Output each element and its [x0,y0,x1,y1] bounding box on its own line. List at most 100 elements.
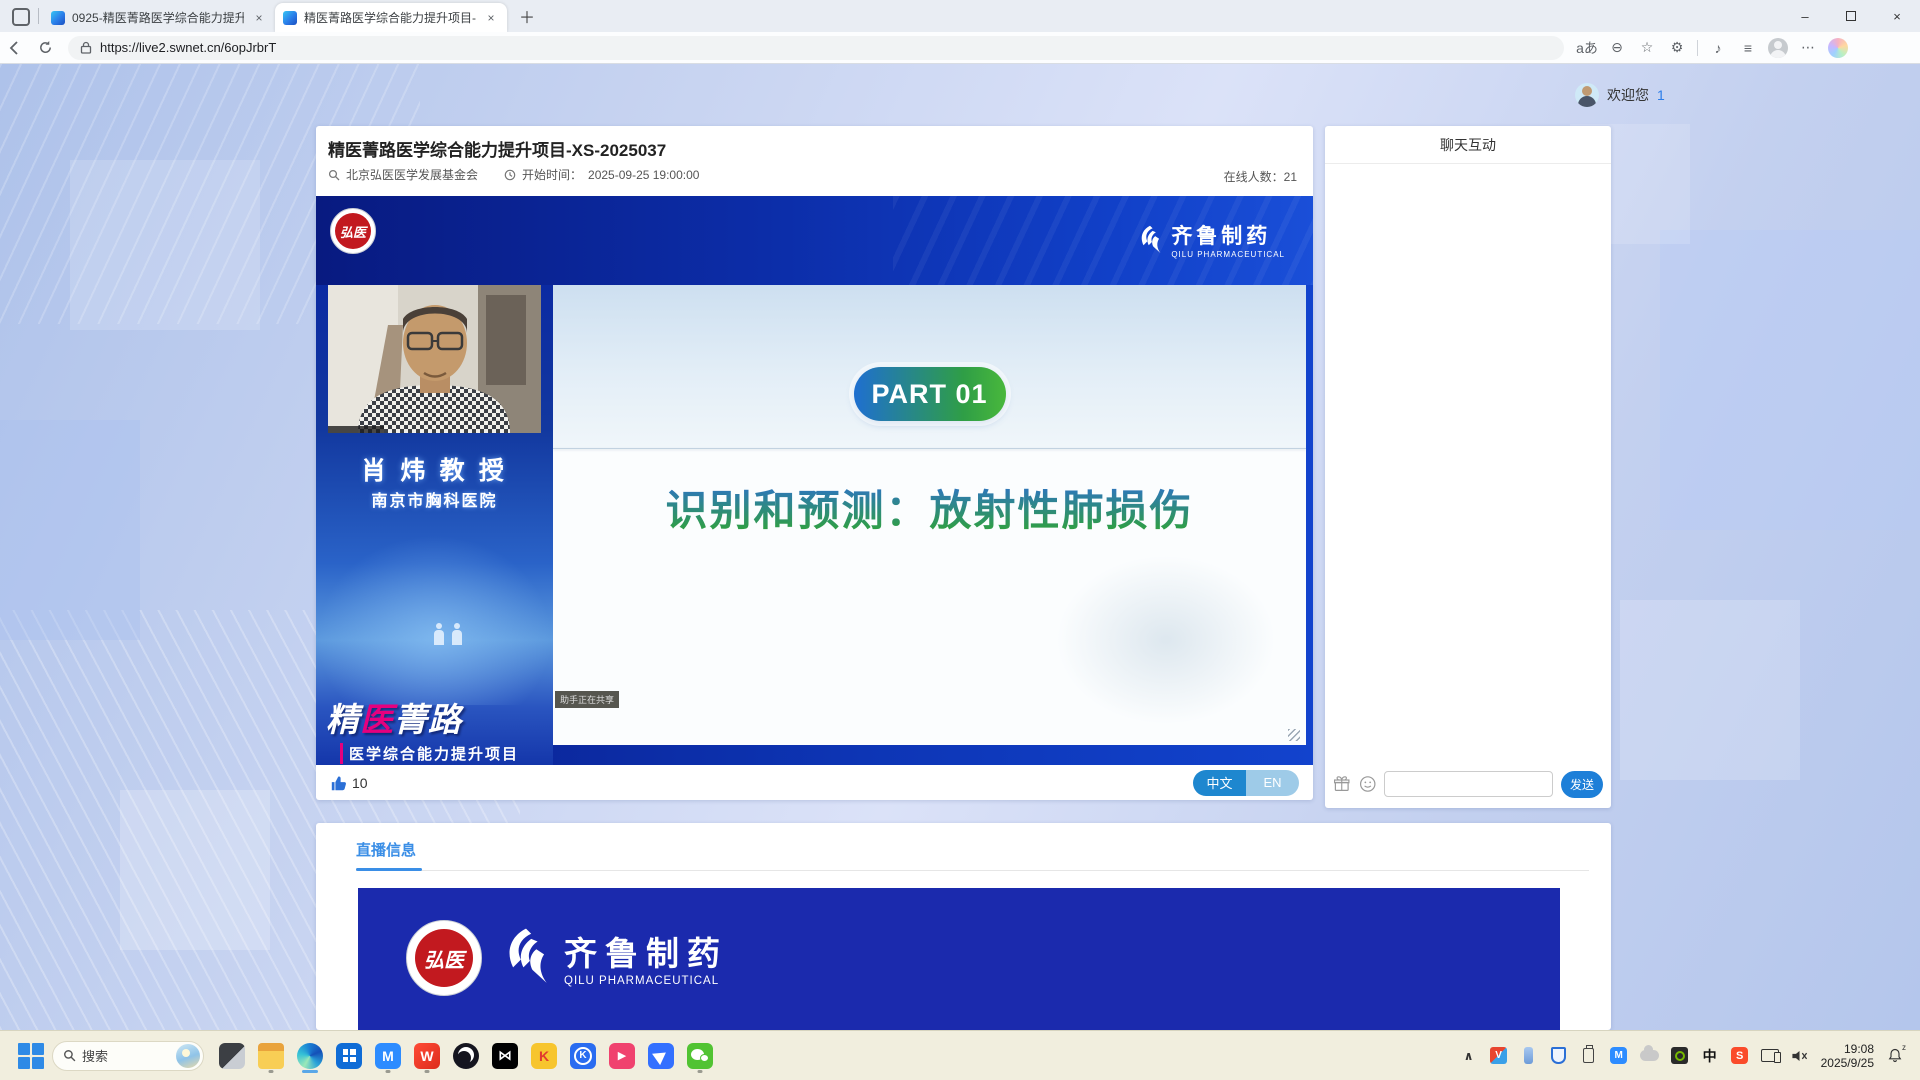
tab-1-close-icon[interactable]: × [251,10,267,26]
avatar [1768,38,1788,58]
webcam-name-label [328,426,384,433]
tray-usb-stick-icon[interactable] [1520,1047,1538,1064]
chat-message-list[interactable] [1325,165,1611,762]
resize-handle-icon[interactable] [1288,729,1300,741]
online-label: 在线人数： [1224,170,1284,184]
send-button[interactable]: 发送 [1561,771,1603,798]
tray-security-shield-icon[interactable] [1550,1047,1568,1064]
media-hub-icon[interactable]: ♪ [1705,35,1731,61]
part-badge: PART 01 [854,367,1006,421]
obs-studio-icon[interactable] [453,1043,479,1069]
tray-chevron-icon[interactable]: ∧ [1460,1049,1478,1063]
copilot-icon[interactable] [1825,35,1851,61]
tab-1[interactable]: 0925-精医菁路医学综合能力提升项 × [43,3,275,32]
translate-icon[interactable]: aあ [1574,35,1600,61]
lang-en-button[interactable]: EN [1246,770,1299,796]
stream-card: 精医菁路医学综合能力提升项目-XS-2025037 北京弘医医学发展基金会 开始… [316,126,1313,800]
tray-v-app-icon[interactable]: V [1490,1047,1508,1064]
app-slot[interactable]: ⋈ [491,1039,519,1073]
minimize-button[interactable]: – [1782,0,1828,32]
window-controls: – × [1782,0,1920,32]
lark-app-icon[interactable] [648,1043,674,1069]
search-daily-image[interactable] [176,1044,200,1068]
app-slot[interactable] [257,1039,285,1073]
new-tab-button[interactable]: ＋ [513,2,541,30]
figure-icon [434,623,444,645]
app-slot[interactable]: K [569,1039,597,1073]
tray-meeting-icon[interactable]: M [1610,1047,1628,1064]
tray-cloud-icon[interactable] [1640,1050,1659,1061]
kingsoft-app-icon[interactable]: K [531,1043,557,1069]
chat-input[interactable] [1384,771,1553,797]
like-button[interactable]: 10 [330,774,368,792]
capcut-icon[interactable]: ⋈ [492,1043,518,1069]
taskbar-apps: M W ⋈ K K ▶ [218,1039,714,1073]
organizer-text: 北京弘医医学发展基金会 [346,166,478,183]
welcome-text: 欢迎您 [1607,85,1649,105]
tab-actions-icon[interactable] [12,8,30,26]
tab-1-label: 0925-精医菁路医学综合能力提升项 [72,9,244,26]
shield-glyph [1551,1047,1566,1064]
close-button[interactable]: × [1874,0,1920,32]
tab-live-info[interactable]: 直播信息 [356,839,416,860]
start-button[interactable] [18,1043,44,1069]
app-slot[interactable] [647,1039,675,1073]
welcome-count[interactable]: 1 [1657,87,1665,103]
user-avatar[interactable] [1575,83,1599,107]
taskbar-clock[interactable]: 19:08 2025/9/25 [1821,1042,1874,1070]
app-slot[interactable]: W [413,1039,441,1073]
site-favicon [283,11,297,25]
volume-muted-icon[interactable] [1791,1049,1809,1063]
k-circle-app-icon[interactable]: K [570,1043,596,1069]
taskbar-search[interactable]: 搜索 [52,1041,204,1071]
brand-subtitle: 医学综合能力提升项目 [340,743,519,764]
wechat-icon[interactable] [687,1043,713,1069]
app-slot[interactable] [686,1039,714,1073]
app-slot[interactable] [452,1039,480,1073]
maximize-icon [1846,11,1856,21]
tencent-meeting-icon[interactable]: M [375,1043,401,1069]
video-player[interactable]: 弘医 齐鲁制药 QILU PHARMACEUTICAL [316,196,1313,765]
browser-essentials-icon[interactable]: ⚙ [1664,35,1690,61]
tab-separator [38,8,39,24]
app-slot[interactable] [218,1039,246,1073]
address-bar[interactable]: https://live2.swnet.cn/6opJrbrT [68,36,1564,60]
app-slot[interactable]: ▶ [608,1039,636,1073]
bijian-app-icon[interactable]: ▶ [609,1043,635,1069]
notification-bell-icon[interactable]: z [1886,1047,1904,1064]
app-slot[interactable] [335,1039,363,1073]
hongyi-seal-logo: 弘医 [406,920,482,996]
refresh-button[interactable] [30,35,60,61]
microsoft-store-icon[interactable] [336,1043,362,1069]
app-slot[interactable]: M [374,1039,402,1073]
tray-cast-icon[interactable] [1761,1049,1779,1062]
app-slot[interactable]: K [530,1039,558,1073]
figure-icon [452,623,462,645]
zoom-out-icon[interactable]: ⊖ [1604,35,1630,61]
ime-indicator[interactable]: 中 [1701,1046,1719,1066]
wps-office-icon[interactable]: W [414,1043,440,1069]
site-favicon [51,11,65,25]
edge-browser-icon[interactable] [297,1043,323,1069]
search-label: 搜索 [82,1046,170,1065]
tray-nvidia-icon[interactable] [1671,1047,1689,1064]
snipping-app-icon[interactable] [219,1043,245,1069]
lang-zh-button[interactable]: 中文 [1193,770,1246,796]
player-footer: 10 中文 EN [316,765,1313,800]
settings-more-icon[interactable]: ⋯ [1795,35,1821,61]
profile-avatar-icon[interactable] [1765,35,1791,61]
file-explorer-icon[interactable] [258,1043,284,1069]
language-toggle[interactable]: 中文 EN [1193,770,1299,796]
tab-2-close-icon[interactable]: × [483,10,499,26]
collections-icon[interactable]: ≡ [1735,35,1761,61]
favorite-star-icon[interactable]: ☆ [1634,35,1660,61]
back-button[interactable] [0,35,30,61]
meeting-glyph: M [1610,1047,1627,1064]
gift-icon[interactable] [1333,774,1351,794]
tray-sogou-icon[interactable]: S [1731,1047,1749,1064]
tab-2-active[interactable]: 精医菁路医学综合能力提升项目-X × [275,3,507,32]
emoji-icon[interactable] [1359,774,1377,794]
tray-usb-device-icon[interactable] [1580,1048,1598,1063]
maximize-button[interactable] [1828,0,1874,32]
app-slot[interactable] [296,1039,324,1073]
